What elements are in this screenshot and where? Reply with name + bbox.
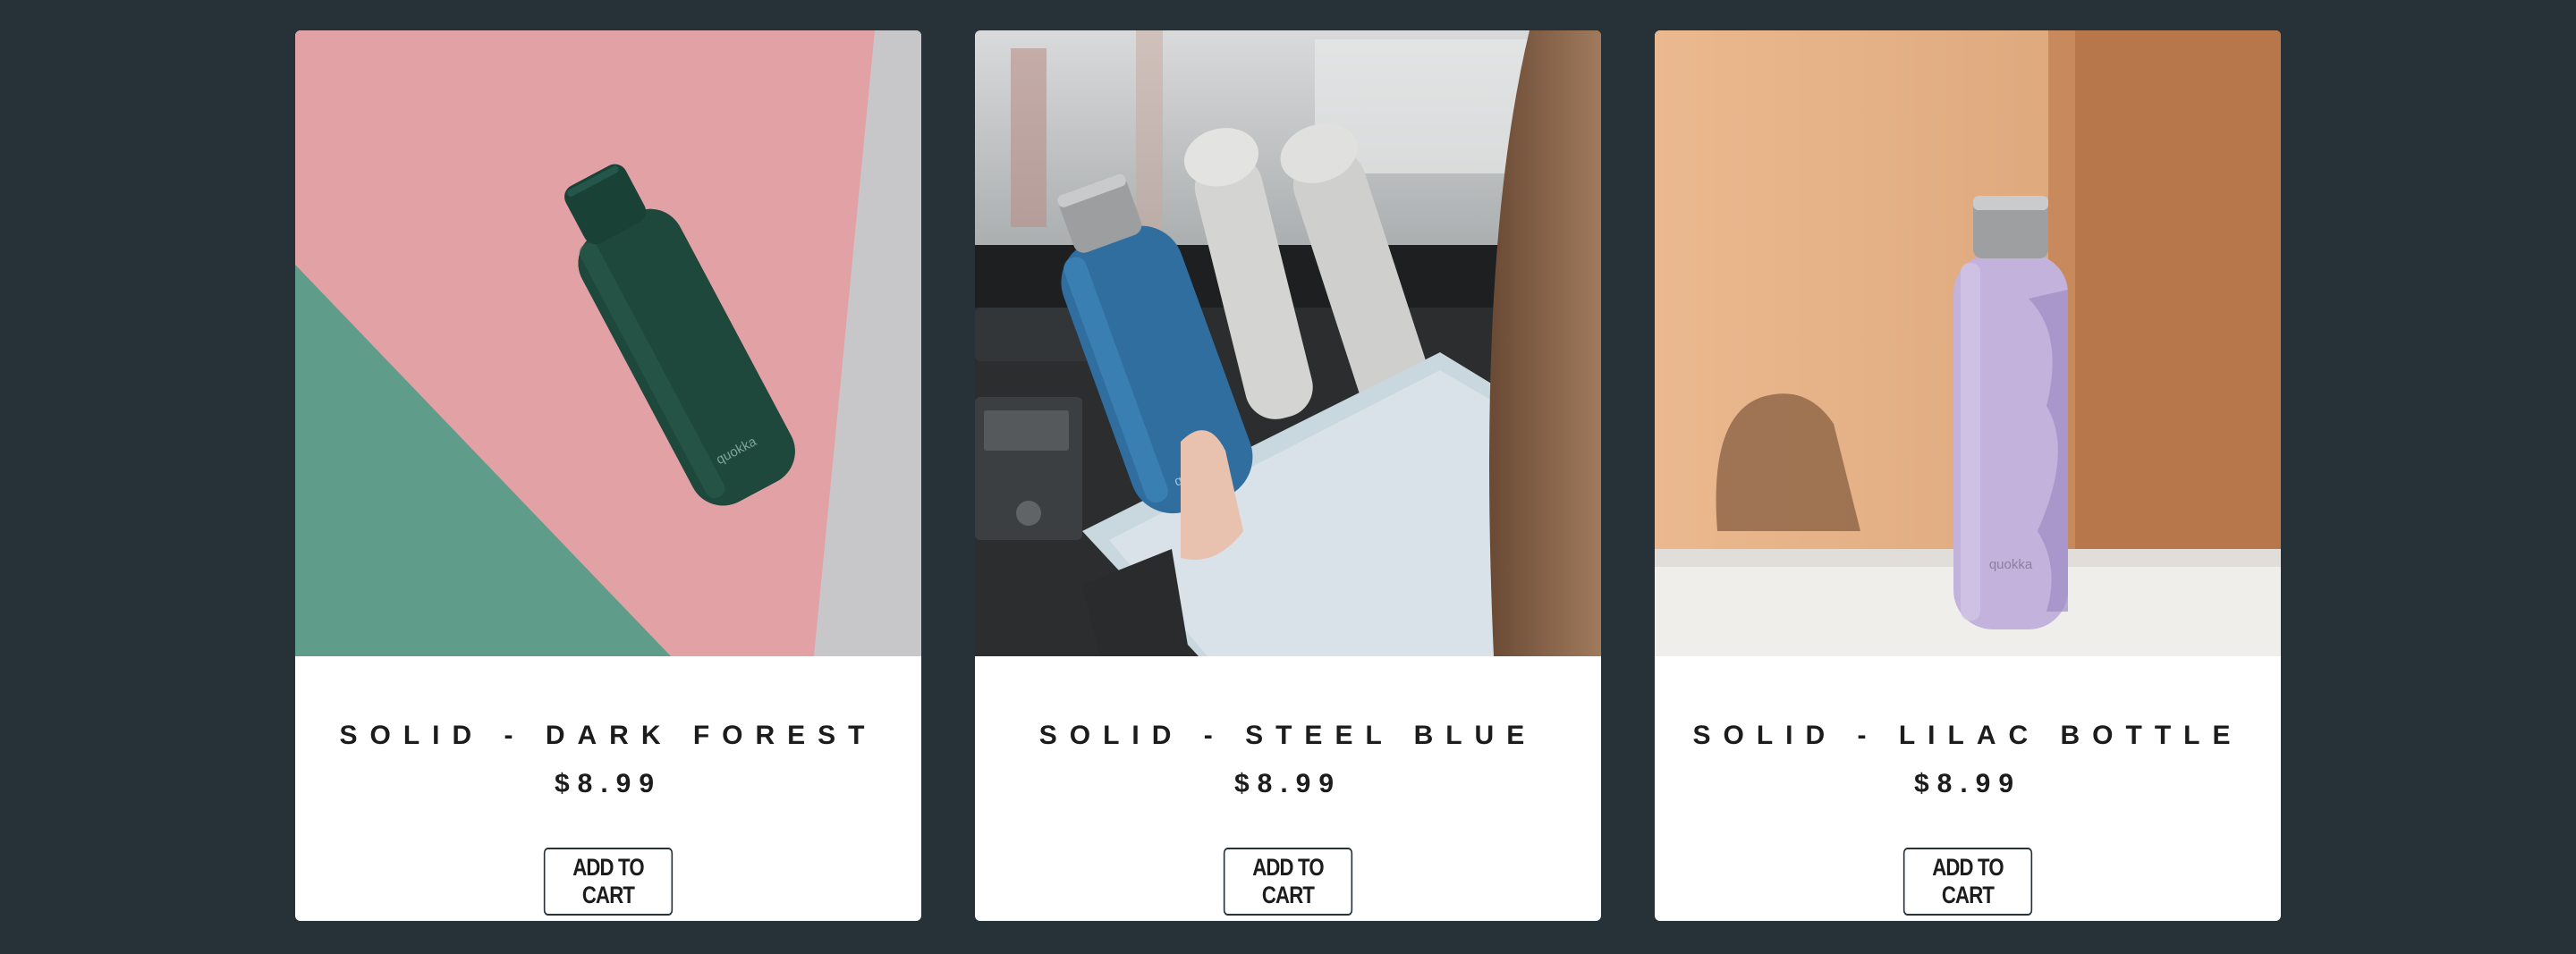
add-to-cart-button[interactable]: ADD TO CART xyxy=(1902,848,2033,916)
bottle-brand-text: quokka xyxy=(1989,557,2033,572)
product-title: SOLID - DARK FOREST xyxy=(339,721,877,750)
add-to-cart-button[interactable]: ADD TO CART xyxy=(543,848,674,916)
product-price: $8.99 xyxy=(1913,769,2022,798)
product-title: SOLID - STEEL BLUE xyxy=(1038,721,1538,750)
product-image-lilac-bottle[interactable]: quokka xyxy=(1655,30,2281,656)
product-price: $8.99 xyxy=(554,769,663,798)
product-info: SOLID - STEEL BLUE $8.99 ADD TO CART xyxy=(975,656,1601,921)
product-image-dark-forest[interactable]: quokka xyxy=(295,30,921,656)
product-grid: quokka SOLID - DARK FOREST $8.99 ADD TO … xyxy=(295,30,2281,921)
product-price: $8.99 xyxy=(1233,769,1343,798)
product-card-steel-blue: quokka SOLID - STEEL BLUE $8.99 ADD TO C… xyxy=(975,30,1601,921)
product-card-lilac-bottle: quokka SOLID - LILAC BOTTLE $8.99 ADD TO… xyxy=(1655,30,2281,921)
product-info: SOLID - LILAC BOTTLE $8.99 ADD TO CART xyxy=(1655,656,2281,921)
product-info: SOLID - DARK FOREST $8.99 ADD TO CART xyxy=(295,656,921,921)
add-to-cart-button[interactable]: ADD TO CART xyxy=(1223,848,1353,916)
product-card-dark-forest: quokka SOLID - DARK FOREST $8.99 ADD TO … xyxy=(295,30,921,921)
product-title: SOLID - LILAC BOTTLE xyxy=(1692,721,2243,750)
product-image-steel-blue[interactable]: quokka xyxy=(975,30,1601,656)
